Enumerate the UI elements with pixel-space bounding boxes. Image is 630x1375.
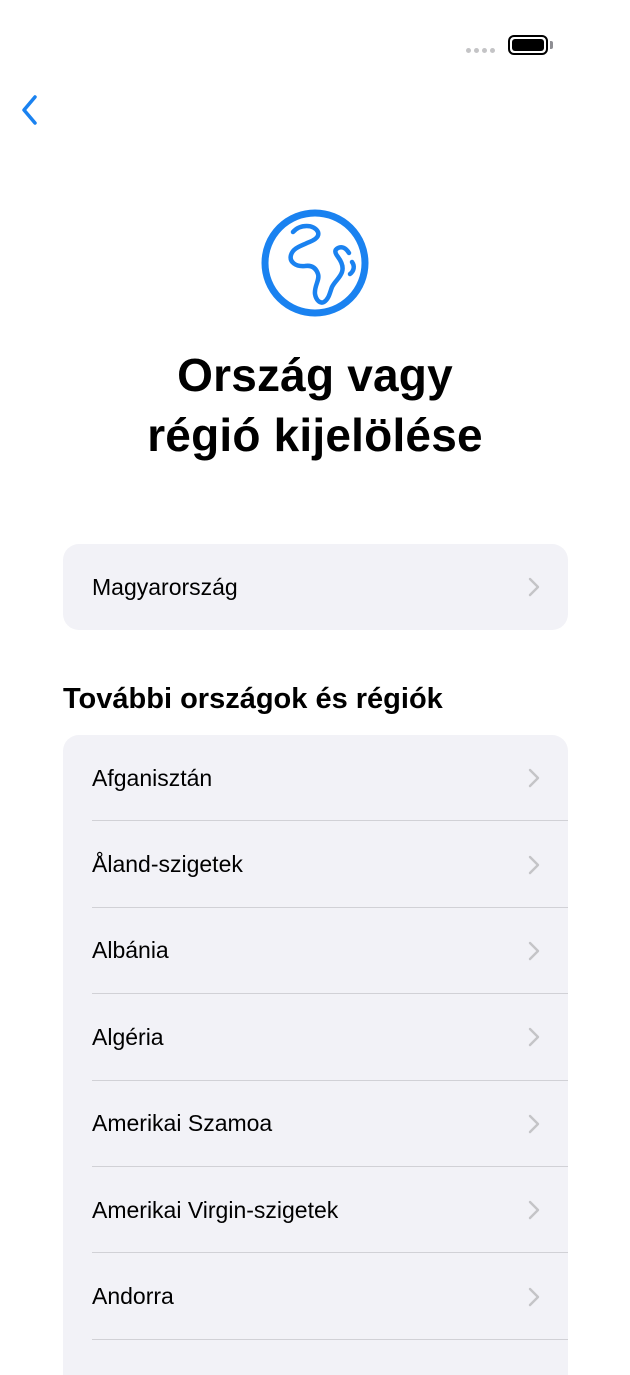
list-item-label: Albánia <box>92 937 169 964</box>
chevron-right-icon <box>528 855 540 874</box>
cellular-signal-icon <box>466 48 495 53</box>
list-item[interactable]: Albánia <box>63 908 568 995</box>
list-item-label: Andorra <box>92 1283 174 1310</box>
chevron-right-icon <box>528 1287 540 1306</box>
list-item-label: Algéria <box>92 1023 164 1050</box>
page-title-line-1: Ország vagy <box>177 349 453 401</box>
list-item[interactable]: Algéria <box>63 994 568 1081</box>
chevron-right-icon <box>528 1028 540 1047</box>
list-item-label: Afganisztán <box>92 764 213 791</box>
section-header: További országok és régiók <box>63 683 443 715</box>
battery-icon <box>508 35 548 55</box>
chevron-right-icon <box>528 577 540 597</box>
list-item[interactable]: Åland-szigetek <box>63 821 568 908</box>
battery-level-fill <box>512 39 544 51</box>
list-item-label: Amerikai Virgin-szigetek <box>92 1196 339 1223</box>
chevron-right-icon <box>528 768 540 788</box>
globe-africa-icon <box>261 209 369 317</box>
list-item[interactable]: Amerikai Szamoa <box>63 1081 568 1167</box>
regions-list: Afganisztán Åland-szigetek Albánia Algér… <box>63 735 568 1375</box>
list-item[interactable]: Afganisztán <box>63 735 568 822</box>
battery-cap <box>550 41 553 49</box>
list-item-label: Magyarország <box>92 573 238 600</box>
list-item[interactable]: Amerikai Virgin-szigetek <box>63 1167 568 1254</box>
status-bar <box>0 0 630 90</box>
chevron-right-icon <box>528 1200 540 1220</box>
page-title-line-2: régió kijelölése <box>147 409 483 461</box>
list-item[interactable]: Andorra <box>63 1253 568 1340</box>
chevron-right-icon <box>528 941 540 961</box>
page-title: Ország vagy régió kijelölése <box>0 345 630 465</box>
chevron-right-icon <box>528 1114 540 1133</box>
list-item-label: Amerikai Szamoa <box>92 1110 273 1137</box>
chevron-left-icon <box>22 95 37 125</box>
back-button[interactable] <box>10 90 50 130</box>
list-item-current-region[interactable]: Magyarország <box>63 544 568 630</box>
current-region-card: Magyarország <box>63 544 568 630</box>
row-divider <box>92 1338 568 1340</box>
list-item-label: Åland-szigetek <box>92 851 243 878</box>
